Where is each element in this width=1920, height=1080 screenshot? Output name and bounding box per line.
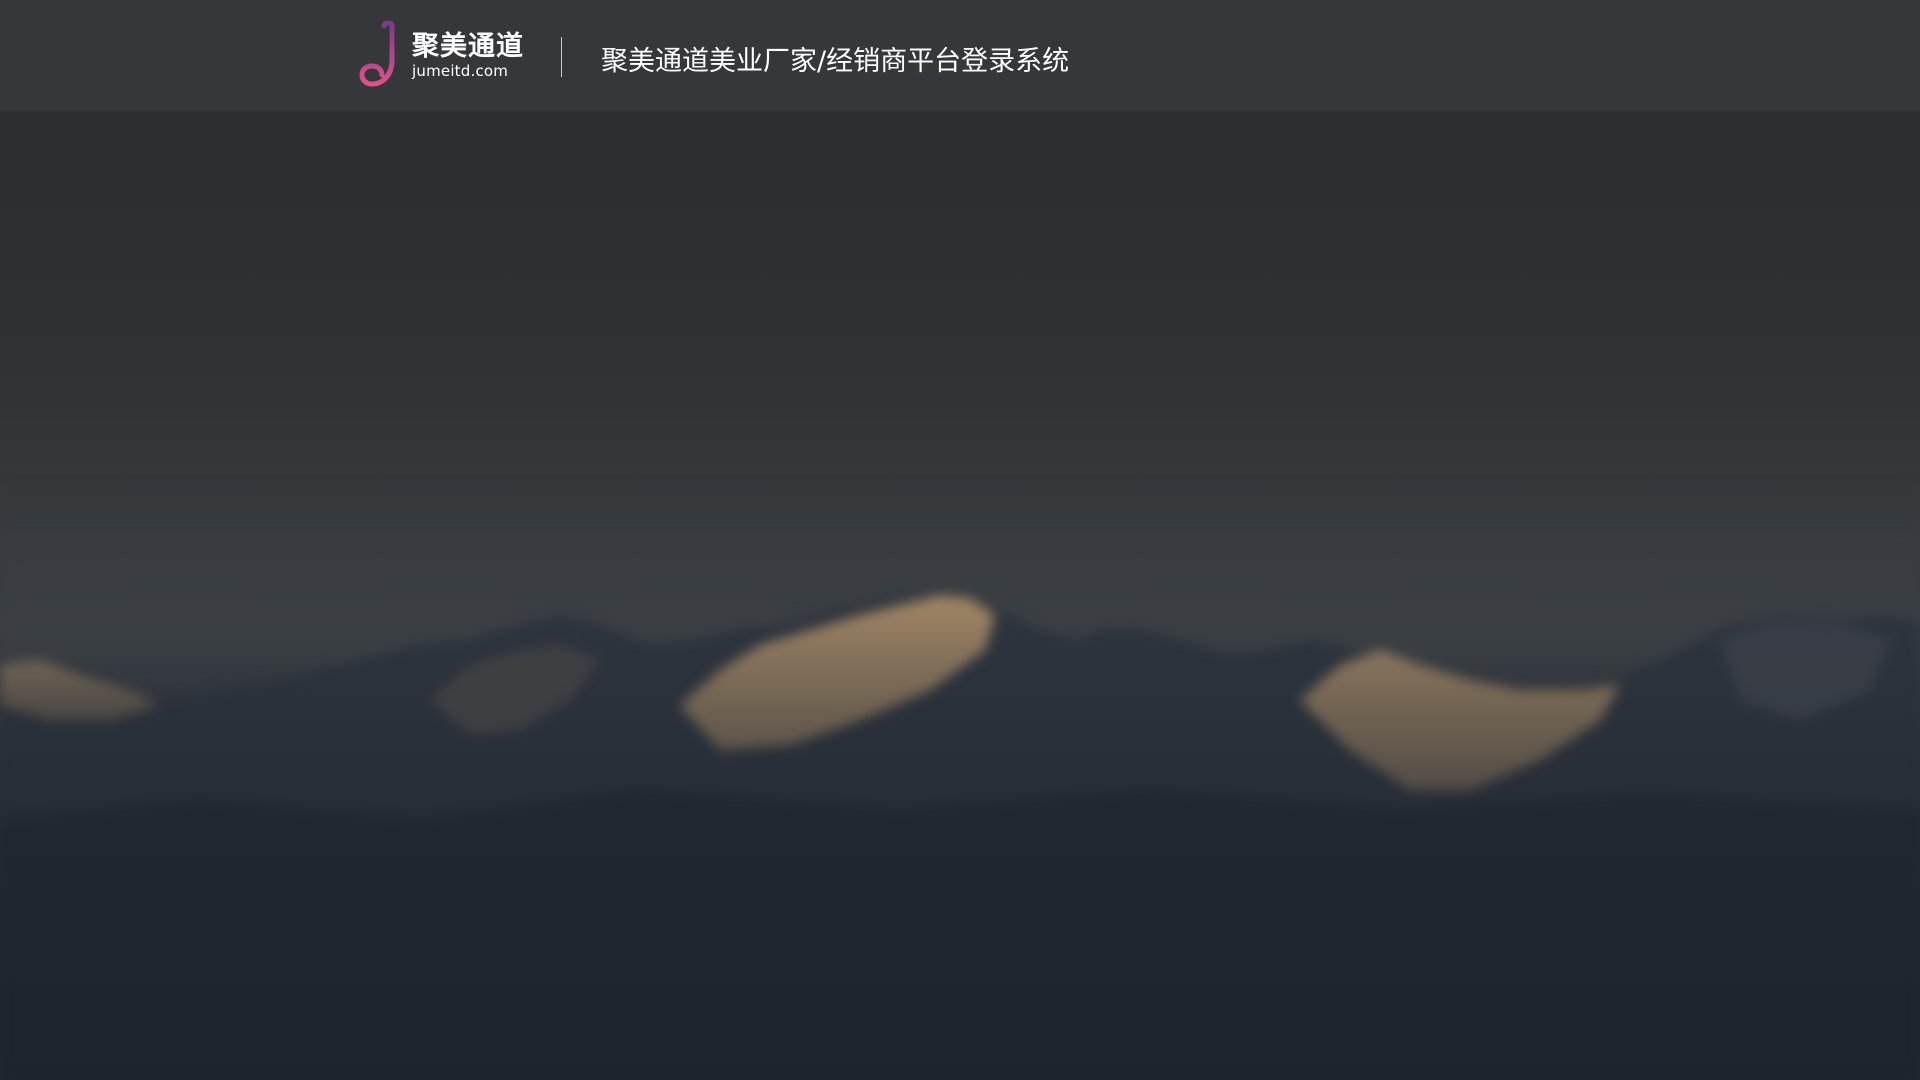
login-page: 聚美通道 jumeitd.com 聚美通道美业厂家/经销商平台登录系统	[0, 0, 1920, 1080]
logo-text: 聚美通道 jumeitd.com	[412, 20, 524, 90]
jumeitd-logo-icon	[359, 20, 395, 87]
brand-logo[interactable]: 聚美通道 jumeitd.com	[358, 20, 524, 90]
logo-name-cn: 聚美通道	[412, 31, 524, 62]
logo-domain: jumeitd.com	[412, 62, 509, 80]
mountain-background-image	[0, 0, 1920, 1080]
top-header-bar: 聚美通道 jumeitd.com 聚美通道美业厂家/经销商平台登录系统	[0, 0, 1920, 110]
page-title: 聚美通道美业厂家/经销商平台登录系统	[601, 46, 1070, 77]
header-divider	[561, 37, 562, 77]
